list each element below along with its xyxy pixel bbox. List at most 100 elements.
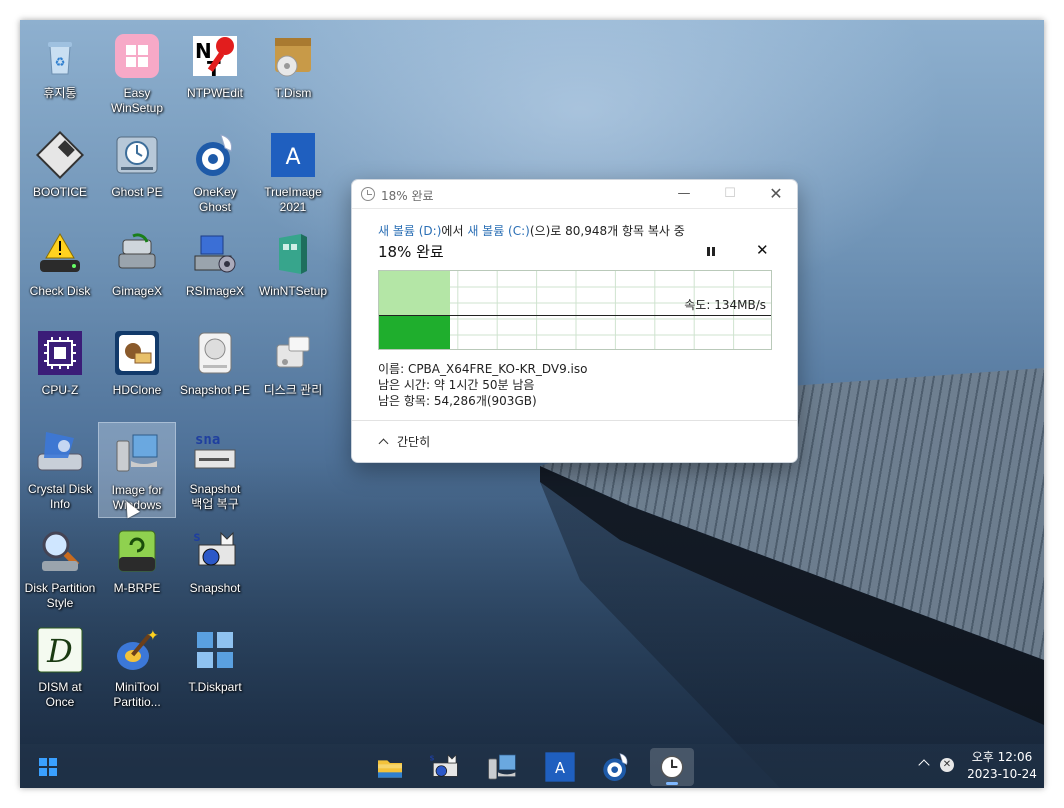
start-button[interactable] [26,748,70,786]
desktop-icon-cpu-z[interactable]: CPU-Z [21,323,99,419]
desktop-icon-minitool-partitio-[interactable]: ✦ MiniTool Partitio... [98,620,176,716]
onekey-ghost-icon [196,134,232,176]
desktop-icon-gimagex[interactable]: GimageX [98,224,176,320]
desktop-icon-easy-winsetup[interactable]: Easy WinSetup [98,26,176,122]
clock-icon [361,187,375,201]
desktop-icon-label: CPU-Z [21,383,99,398]
desktop-icon-trueimage-2021[interactable]: A TrueImage 2021 [254,125,332,221]
desktop-icon-snapshot[interactable]: s Snapshot [176,521,254,617]
desktop-icon-휴지통[interactable]: ♻ 휴지통 [21,26,99,122]
desktop-icon-label: Ghost PE [98,185,176,200]
cpu-chip-icon [38,331,82,375]
desktop-icon-dism-at-once[interactable]: D DISM at Once [21,620,99,716]
desktop-icon-label: RSImageX [176,284,254,299]
cancel-button[interactable]: ✕ [756,241,769,259]
desktop-icon-snapshot-pe[interactable]: Snapshot PE [176,323,254,419]
desktop-icon-label-line: GimageX [111,284,163,298]
desktop-icon-crystal-disk-info[interactable]: Crystal Disk Info [21,422,99,518]
desktop-icon-hdclone[interactable]: HDClone [98,323,176,419]
taskbar-app-copy-progress-clock[interactable] [650,748,694,786]
dialog-footer: 간단히 [352,420,797,462]
desktop-icon-label: MiniTool Partitio... [98,680,176,710]
pause-button[interactable] [704,245,718,259]
minimize-button[interactable]: — [662,182,706,206]
desktop-icon-label-line: NTPWEdit [186,86,243,100]
gimagex-icon [118,233,156,269]
onekey-ghost-icon [603,753,628,781]
desktop-icon-m-brpe[interactable]: M-BRPE [98,521,176,617]
speed-line [379,315,771,316]
dialog-titlebar[interactable]: 18% 완료 — ☐ ✕ [352,180,797,208]
desktop-icon-label-line: Snapshot PE [179,383,251,397]
desktop-icon-label: Snapshot [176,581,254,596]
desktop-icon-label: T.Diskpart [176,680,254,695]
desktop-icon-disk-partition-style[interactable]: Disk Partition Style [21,521,99,617]
copy-progress-dialog[interactable]: 18% 완료 — ☐ ✕ 새 볼륨 (D:)에서 새 볼륨 (C:)(으)로 8… [351,179,798,463]
desktop-icon-label-line: DISM at [38,680,82,694]
desktop-icon-label-line: Style [46,596,74,610]
desktop-icon-label-line: Snapshot [189,581,241,595]
desktop-icon-check-disk[interactable]: Check Disk [21,224,99,320]
desktop-icon-label-line: HDClone [112,383,162,397]
desktop-icon-label-line: Check Disk [29,284,91,298]
snapshot-backup-icon: sna [194,432,236,469]
acronis-icon: A [271,133,315,177]
taskbar-app-file-explorer[interactable] [368,748,412,786]
taskbar-app-acronis[interactable]: A [538,748,582,786]
desktop-icon-label-line: 2021 [279,200,307,214]
disk-management-icon [276,336,310,368]
desktop-icon-label-line: Ghost PE [111,185,163,199]
desktop-icon-rsimagex[interactable]: RSImageX [176,224,254,320]
magnifier-disk-icon [42,531,80,571]
desktop-icon-디스크-관리[interactable]: 디스크 관리 [254,323,332,419]
windows-start-icon [39,758,57,776]
taskbar-app-snapshot-camera[interactable]: s [422,748,466,786]
desktop-icon-onekey-ghost[interactable]: OneKey Ghost [176,125,254,221]
desktop-icon-snapshot-백업-복구[interactable]: sna Snapshot 백업 복구 [176,422,254,518]
fewer-details-button[interactable]: 간단히 [378,433,430,450]
desktop-icon-bootice[interactable]: BOOTICE [21,125,99,221]
desktop-icon-label-line: WinNTSetup [258,284,328,298]
warning-drive-icon [40,233,80,272]
tray-overflow-chevron-icon[interactable] [918,759,930,771]
desktop-icon-ghost-pe[interactable]: Ghost PE [98,125,176,221]
taskbar-clock[interactable]: 오후 12:06 2023-10-24 [964,749,1040,783]
desktop-icon-label-line: Once [45,695,75,709]
desktop-icon-label-line: Image for [111,483,163,497]
desktop-icon-label-line: Snapshot [189,482,241,496]
desktop-icon-label: Check Disk [21,284,99,299]
snapshot-camera-icon: s [193,530,236,566]
nt-key-icon: NT [193,36,237,81]
taskbar-app-image-for-windows[interactable] [480,748,524,786]
clock-time: 오후 12:06 [971,750,1033,764]
desktop-icon-t-diskpart[interactable]: T.Diskpart [176,620,254,716]
desktop-icon-ntpwedit[interactable]: NT NTPWEdit [176,26,254,122]
tray-status-close-icon[interactable]: ✕ [940,758,954,772]
close-button[interactable]: ✕ [754,182,797,206]
diskpart-tiles-icon [197,632,233,668]
crystal-disk-icon [37,432,83,471]
destination-folder-link[interactable]: 새 볼륨 (C:) [467,224,530,238]
desktop-icon-winntsetup[interactable]: WinNTSetup [254,224,332,320]
copy-description-tail: (으)로 80,948개 항목 복사 중 [529,224,685,238]
desktop-icon-label-line: Crystal Disk [27,482,92,496]
copy-description: 새 볼륨 (D:)에서 새 볼륨 (C:)(으)로 80,948개 항목 복사 … [378,222,685,239]
dialog-body: 새 볼륨 (D:)에서 새 볼륨 (C:)(으)로 80,948개 항목 복사 … [352,208,797,420]
desktop-icon-label: TrueImage 2021 [254,185,332,215]
svg-text:D: D [46,632,73,670]
desktop-icon-t-dism[interactable]: T.Dism [254,26,332,122]
taskbar-app-onekey-ghost[interactable] [594,748,638,786]
speed-label: 속도: 134MB/s [684,298,766,312]
ghost-drive-icon [116,136,158,174]
image-for-windows-icon [116,434,158,472]
maximize-button[interactable]: ☐ [708,182,752,206]
taskbar: s A ✕ 오후 12:06 2023-10-24 [20,744,1044,788]
speed-graph: 속도: 134MB/s [378,270,772,350]
desktop-icon-image-for-windows[interactable]: Image for Windows [98,422,176,518]
desktop-icon-label: 디스크 관리 [254,383,332,398]
acronis-icon: A [545,752,575,782]
recycle-bin-icon: ♻ [48,42,72,75]
source-folder-link[interactable]: 새 볼륨 (D:) [378,224,441,238]
copy-description-mid: 에서 [441,224,468,238]
desktop-icon-label-line: WinSetup [110,101,164,115]
